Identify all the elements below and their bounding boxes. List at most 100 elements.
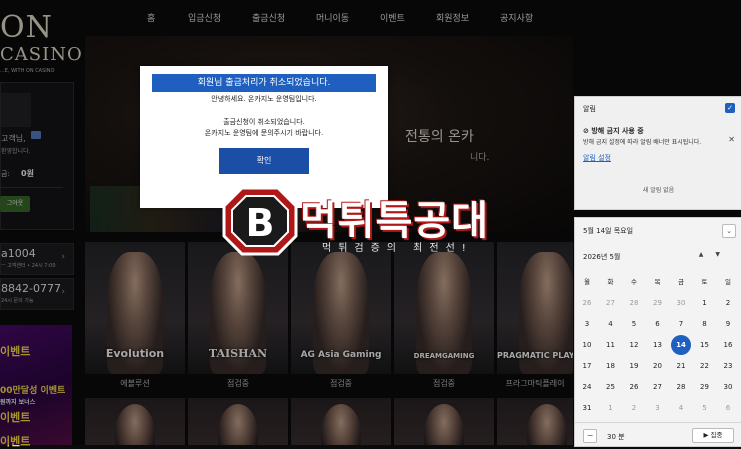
nav-deposit[interactable]: 입금신청 xyxy=(188,11,221,24)
game-caption: 점검중 xyxy=(432,379,456,388)
calendar-day[interactable]: 1 xyxy=(695,293,715,313)
chevron-down-icon[interactable]: ⌄ xyxy=(722,224,736,238)
game-tile-row2[interactable] xyxy=(188,398,288,445)
dnd-body: 방해 금지 설정에 따라 알림 배너만 표시됩니다. xyxy=(583,139,702,146)
calendar-day[interactable]: 8 xyxy=(695,314,715,334)
calendar-day[interactable]: 11 xyxy=(601,335,621,355)
calendar-day[interactable]: 16 xyxy=(718,335,738,355)
nav-notice[interactable]: 공지사항 xyxy=(500,11,533,24)
close-icon[interactable]: ✕ xyxy=(728,135,735,144)
calendar-day[interactable]: 7 xyxy=(671,314,691,334)
logo-text: ON xyxy=(0,10,53,45)
month-label[interactable]: 2026년 5월 xyxy=(583,252,620,262)
game-tile-dreamgaming[interactable]: DREAMGAMING xyxy=(394,242,494,374)
nav-withdraw[interactable]: 출금신청 xyxy=(252,11,285,24)
calendar-day[interactable]: 27 xyxy=(601,293,621,313)
calendar-day[interactable]: 5 xyxy=(624,314,644,334)
weekday-label: 화 xyxy=(607,278,614,286)
message-icon[interactable] xyxy=(31,131,41,139)
game-brand: TAISHAN xyxy=(208,347,268,360)
modal-title: 회원님 출금처리가 취소되었습니다. xyxy=(152,74,376,92)
calendar-day[interactable]: 31 xyxy=(577,398,597,418)
calendar-day[interactable]: 29 xyxy=(695,377,715,397)
calendar-day[interactable]: 5 xyxy=(695,398,715,418)
calendar-day[interactable]: 21 xyxy=(671,356,691,376)
calendar-day[interactable]: 12 xyxy=(624,335,644,355)
calendar-day[interactable]: 3 xyxy=(648,398,668,418)
contact-card-2[interactable]: 8842-0777 24시 문의 가능 › xyxy=(0,278,74,310)
event-banner[interactable]: 이벤트 00만달성 이벤트 원까지 보너스 이벤트 이벤트 xyxy=(0,325,72,448)
game-caption: 점검중 xyxy=(329,379,353,388)
calendar-day[interactable]: 6 xyxy=(718,398,738,418)
calendar-day[interactable]: 28 xyxy=(671,377,691,397)
calendar-panel: 5월 14일 목요일 ⌄ 2026년 5월 ▲▼ 월 화 수 목 금 토 일 26 27 28 29… xyxy=(574,217,741,447)
calendar-day[interactable]: 13 xyxy=(648,335,668,355)
calendar-day[interactable]: 24 xyxy=(577,377,597,397)
game-brand: Evolution xyxy=(105,347,165,360)
game-tile-row2[interactable] xyxy=(291,398,391,445)
dealer-image xyxy=(321,404,361,445)
calendar-day[interactable]: 25 xyxy=(601,377,621,397)
calendar-day[interactable]: 27 xyxy=(648,377,668,397)
decrease-button[interactable]: − xyxy=(583,429,597,443)
calendar-day[interactable]: 10 xyxy=(577,335,597,355)
contact-2-value: 8842-0777 xyxy=(1,282,61,295)
balance-value: 0원 xyxy=(21,169,34,178)
calendar-day[interactable]: 14 xyxy=(671,335,691,355)
modal-text-cancelled: 출금신청이 취소되었습니다. xyxy=(223,118,305,126)
watermark-subtitle: 먹튀검증의 최전선! xyxy=(322,243,473,254)
notification-settings-link[interactable]: 알림 설정 xyxy=(583,153,611,163)
game-tile-taishan[interactable]: TAISHAN xyxy=(188,242,288,374)
calendar-day[interactable]: 29 xyxy=(648,293,668,313)
calendar-day[interactable]: 26 xyxy=(577,293,597,313)
watermark-logo: B xyxy=(222,186,298,256)
game-tile-row2[interactable] xyxy=(85,398,185,445)
notification-settings-icon[interactable]: ✓ xyxy=(725,103,735,113)
focus-start-button[interactable]: ▶ 집중 xyxy=(692,428,734,443)
calendar-day[interactable]: 30 xyxy=(718,377,738,397)
calendar-day[interactable]: 1 xyxy=(601,398,621,418)
nav-member-info[interactable]: 회원정보 xyxy=(436,11,469,24)
weekday-label: 토 xyxy=(701,278,708,286)
contact-2-note: 24시 문의 가능 xyxy=(1,298,34,304)
calendar-day[interactable]: 18 xyxy=(601,356,621,376)
month-nav-arrows[interactable]: ▲▼ xyxy=(699,251,732,258)
calendar-day[interactable]: 6 xyxy=(648,314,668,334)
weekday-label: 목 xyxy=(654,278,661,286)
calendar-day[interactable]: 9 xyxy=(718,314,738,334)
calendar-day[interactable]: 19 xyxy=(624,356,644,376)
calendar-day[interactable]: 30 xyxy=(671,293,691,313)
contact-card-1[interactable]: a1004 ㅡ 고객센터 • 24시 7:00 › xyxy=(0,243,74,275)
calendar-day[interactable]: 15 xyxy=(695,335,715,355)
notification-panel: 알림 ✓ ⊘ 방해 금지 사용 중 ✕ 방해 금지 설정에 따라 알림 배너만 … xyxy=(574,96,741,210)
nav-home[interactable]: 홈 xyxy=(147,11,155,24)
game-tile-row2[interactable] xyxy=(394,398,494,445)
calendar-day[interactable]: 20 xyxy=(648,356,668,376)
no-notifications-text: 새 알림 없음 xyxy=(642,187,675,194)
calendar-day[interactable]: 23 xyxy=(718,356,738,376)
event-line: 이벤트 xyxy=(0,411,31,424)
game-tile-row2[interactable] xyxy=(497,398,573,445)
calendar-day[interactable]: 26 xyxy=(624,377,644,397)
game-tile-evolution[interactable]: Evolution xyxy=(85,242,185,374)
event-line: 00만달성 이벤트 xyxy=(0,386,66,396)
logout-button[interactable]: 그아웃 xyxy=(0,196,30,212)
calendar-day[interactable]: 3 xyxy=(577,314,597,334)
focus-minutes[interactable]: 30 분 xyxy=(607,432,625,442)
nav-event[interactable]: 이벤트 xyxy=(380,11,405,24)
calendar-day[interactable]: 22 xyxy=(695,356,715,376)
game-tile-ag[interactable]: AG Asia Gaming xyxy=(291,242,391,374)
calendar-day[interactable]: 28 xyxy=(624,293,644,313)
calendar-day[interactable]: 2 xyxy=(718,293,738,313)
calendar-day[interactable]: 4 xyxy=(601,314,621,334)
calendar-day[interactable]: 2 xyxy=(624,398,644,418)
confirm-button[interactable]: 확인 xyxy=(219,148,309,174)
calendar-day[interactable]: 4 xyxy=(671,398,691,418)
contact-1-note: ㅡ 고객센터 • 24시 7:00 xyxy=(1,263,56,269)
chevron-right-icon: › xyxy=(61,287,65,297)
site-logo[interactable]: ON CASINO ...E, WITH ON CASINO xyxy=(0,8,82,78)
game-tile-pragmatic[interactable]: PRAGMATIC PLAY xyxy=(497,242,573,374)
calendar-day[interactable]: 17 xyxy=(577,356,597,376)
nav-money-transfer[interactable]: 머니이동 xyxy=(316,11,349,24)
game-caption: 에볼루션 xyxy=(120,379,150,388)
